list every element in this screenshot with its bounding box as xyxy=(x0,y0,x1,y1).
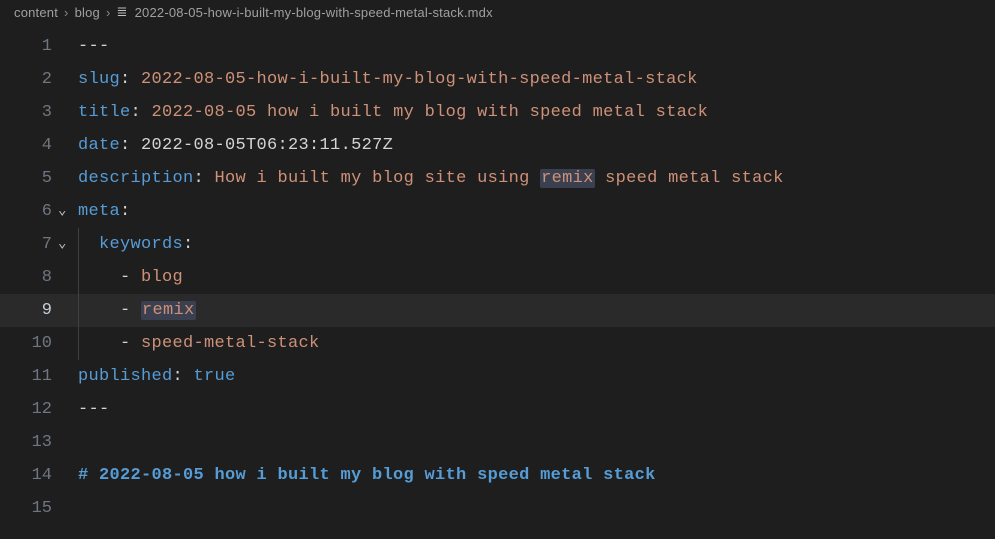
code-line[interactable]: 4 date: 2022-08-05T06:23:11.527Z xyxy=(0,129,995,162)
chevron-down-icon: ⌄ xyxy=(58,236,66,252)
line-number: 9 xyxy=(0,294,56,327)
breadcrumb-segment[interactable]: blog xyxy=(75,5,100,20)
line-number: 2 xyxy=(0,63,56,96)
yaml-list-item: blog xyxy=(141,268,183,287)
line-number: 8 xyxy=(0,261,56,294)
yaml-value: 2022-08-05-how-i-built-my-blog-with-spee… xyxy=(141,70,698,89)
yaml-value: How i built my blog site using remix spe… xyxy=(215,169,784,188)
frontmatter-delimiter: --- xyxy=(78,400,110,419)
line-number: 11 xyxy=(0,360,56,393)
line-number: 12 xyxy=(0,393,56,426)
line-number: 1 xyxy=(0,30,56,63)
yaml-key: slug xyxy=(78,70,120,89)
code-editor[interactable]: 1 --- 2 slug: 2022-08-05-how-i-built-my-… xyxy=(0,24,995,525)
code-line[interactable]: 8 - blog xyxy=(0,261,995,294)
fold-toggle[interactable]: ⌄ xyxy=(56,195,78,228)
code-line[interactable]: 13 xyxy=(0,426,995,459)
yaml-key: meta xyxy=(78,202,120,221)
code-line[interactable]: 6 ⌄ meta: xyxy=(0,195,995,228)
code-line-current[interactable]: 9 - remix xyxy=(0,294,995,327)
file-icon: ≣ xyxy=(117,4,128,20)
frontmatter-delimiter: --- xyxy=(78,37,110,56)
yaml-key: published xyxy=(78,367,173,386)
breadcrumb[interactable]: content › blog › ≣ 2022-08-05-how-i-buil… xyxy=(0,0,995,24)
line-number: 15 xyxy=(0,492,56,525)
search-highlight: remix xyxy=(540,169,595,188)
chevron-down-icon: ⌄ xyxy=(58,203,66,219)
code-line[interactable]: 10 - speed-metal-stack xyxy=(0,327,995,360)
line-number: 13 xyxy=(0,426,56,459)
line-number: 7 xyxy=(0,228,56,261)
line-number: 10 xyxy=(0,327,56,360)
markdown-heading: # 2022-08-05 how i built my blog with sp… xyxy=(78,466,656,485)
line-number: 4 xyxy=(0,129,56,162)
code-line[interactable]: 3 title: 2022-08-05 how i built my blog … xyxy=(0,96,995,129)
chevron-right-icon: › xyxy=(106,5,111,20)
breadcrumb-filename[interactable]: 2022-08-05-how-i-built-my-blog-with-spee… xyxy=(135,5,493,20)
yaml-value: true xyxy=(194,367,236,386)
code-line[interactable]: 15 xyxy=(0,492,995,525)
yaml-value: 2022-08-05T06:23:11.527Z xyxy=(141,136,393,155)
yaml-key: date xyxy=(78,136,120,155)
line-number: 14 xyxy=(0,459,56,492)
yaml-key: keywords xyxy=(99,235,183,254)
code-line[interactable]: 14 # 2022-08-05 how i built my blog with… xyxy=(0,459,995,492)
breadcrumb-segment[interactable]: content xyxy=(14,5,58,20)
line-number: 5 xyxy=(0,162,56,195)
code-line[interactable]: 7 ⌄ keywords: xyxy=(0,228,995,261)
yaml-key: description xyxy=(78,169,194,188)
line-number: 3 xyxy=(0,96,56,129)
code-line[interactable]: 2 slug: 2022-08-05-how-i-built-my-blog-w… xyxy=(0,63,995,96)
chevron-right-icon: › xyxy=(64,5,69,20)
fold-toggle[interactable]: ⌄ xyxy=(56,228,78,261)
code-line[interactable]: 5 description: How i built my blog site … xyxy=(0,162,995,195)
yaml-value: 2022-08-05 how i built my blog with spee… xyxy=(152,103,709,122)
code-line[interactable]: 1 --- xyxy=(0,30,995,63)
line-number: 6 xyxy=(0,195,56,228)
code-line[interactable]: 12 --- xyxy=(0,393,995,426)
code-line[interactable]: 11 published: true xyxy=(0,360,995,393)
search-highlight: remix xyxy=(141,301,196,320)
yaml-key: title xyxy=(78,103,131,122)
yaml-list-item: speed-metal-stack xyxy=(141,334,320,353)
